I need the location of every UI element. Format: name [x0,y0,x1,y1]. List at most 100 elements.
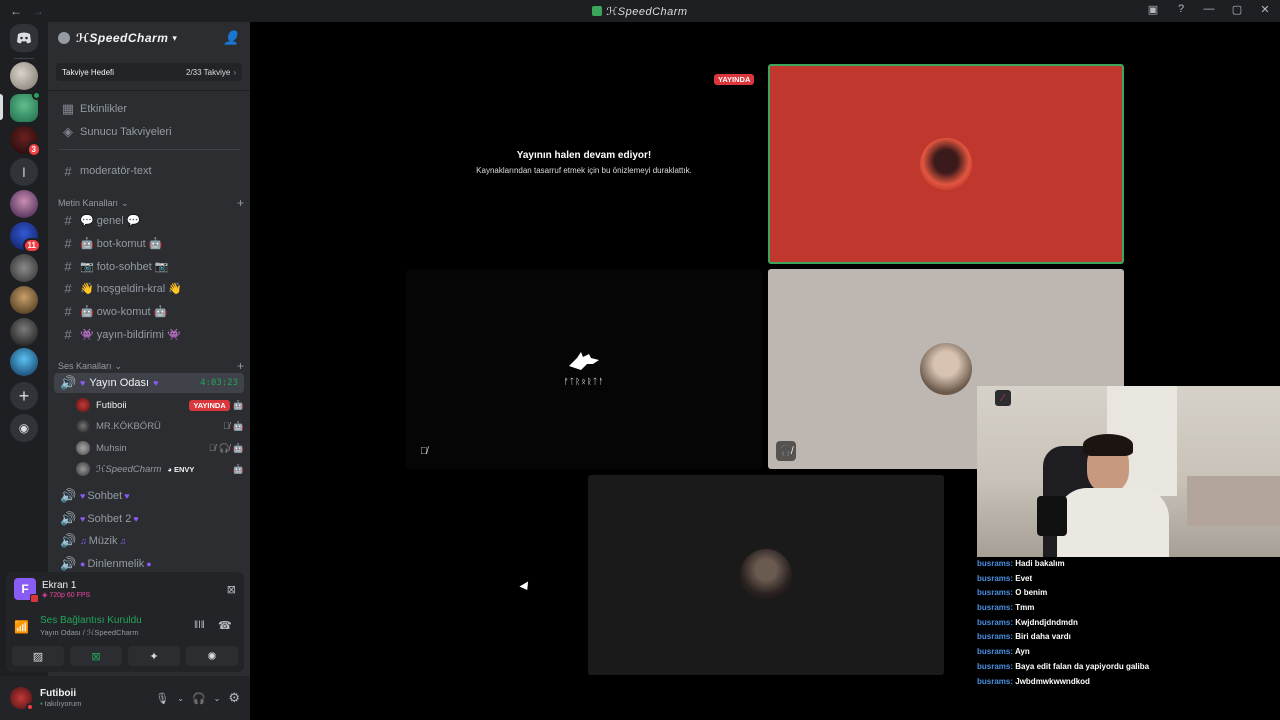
activities-button[interactable]: ✦ [128,646,180,666]
speaker-icon: 🔊 [60,511,77,526]
server-icon-active[interactable] [10,91,41,122]
voice-user-name: Muhsin [96,442,127,454]
server-header[interactable]: ℋSpeedCharm ▾ 👤 [48,22,250,54]
avatar[interactable] [10,687,34,711]
channel-yayin-bildirimi[interactable]: # 👾 yayın-bildirimi 👾 [54,324,244,344]
channel-name: Müzik [88,535,118,547]
voice-channel-yayin-odasi[interactable]: 🔊 ♥ Yayın Odası ♥ 4:03:23 [54,373,244,393]
add-channel-icon[interactable]: + [237,359,244,373]
chevron-down-icon: ▾ [172,32,178,43]
voice-status-detail[interactable]: Yayın Odası / ℋSpeedCharm [40,628,142,637]
server-badge-icon [58,32,70,44]
soundboard-button[interactable]: ✺ [186,646,238,666]
server-icon-3[interactable]: 3 [10,126,41,157]
voice-category-header[interactable]: Ses Kanalları ⌄ + [58,359,244,373]
server-icon-7[interactable] [10,254,38,282]
voice-channel-muzik[interactable]: 🔊 ♫ Müzik ♫ [54,531,244,551]
divider [48,90,250,91]
calendar-icon: ▦ [61,101,75,116]
music-note-icon: ♫ [80,536,87,546]
chat-message: busrams: Hadi bakalım [977,559,1065,568]
voice-channel-dinlenmelik[interactable]: 🔊 ● Dinlenmelik ● [54,554,244,574]
hashtag-icon: # [64,303,72,319]
sidebar-item-boosts[interactable]: ◈ Sunucu Takviyeleri [54,122,244,142]
server-icon-10[interactable] [10,348,38,376]
participant-tile-kokboru[interactable]: ᚠᛏᚱᛟᚱᛏᚨ 🎙̸ [406,269,762,469]
minimize-icon[interactable]: — [1202,3,1216,16]
category-label: Metin Kanalları [58,198,119,208]
participant-tile-speedcharm[interactable] [588,475,944,675]
close-icon[interactable]: ✕ [1258,3,1272,16]
status-dnd-icon [26,703,34,711]
muted-mic-icon: 🎙̸ [420,446,428,457]
voice-user-name: MR.KÖKBÖRÜ [96,420,161,432]
sidebar-item-label: Sunucu Takviyeleri [80,126,172,138]
voice-user-muhsin[interactable]: Muhsin 🎙̸ 🎧̸ 🤖 [76,439,244,457]
channel-name: Yayın Odası [89,377,150,389]
invite-user-icon[interactable]: 👤 [223,30,240,46]
inbox-icon[interactable]: ▣ [1146,3,1160,16]
chevron-right-icon: › [233,67,236,77]
chat-message: busrams: Kwjdndjdndmdn [977,617,1078,627]
purple-circle-icon: ● [146,559,152,569]
channel-foto-sohbet[interactable]: # 📷 foto-sohbet 📷 [54,256,244,276]
stream-tile-futiboii[interactable] [768,64,1124,264]
add-server-icon[interactable]: + [10,382,38,410]
nitro-icon: 🤖 [232,442,244,453]
microphone-icon[interactable]: 🎙 [155,692,169,705]
purple-heart-icon: ♥ [80,491,86,501]
chevron-down-icon: ⌄ [121,197,129,208]
channel-genel[interactable]: # 💬 genel 💬 [54,210,244,230]
server-icon-9[interactable] [10,318,38,346]
hashtag-icon: # [64,235,72,251]
voice-channel-sohbet[interactable]: 🔊 ♥ Sohbet ♥ [54,486,244,506]
server-icon-6[interactable]: 11 [10,222,41,253]
voice-user-speedcharm[interactable]: ℋSpeedCharm ◕ ENVY 🤖 [76,460,244,478]
channel-name: 🤖 owo-komut 🤖 [80,305,168,318]
text-category-header[interactable]: Metin Kanalları ⌄ + [58,196,244,210]
server-icon-5[interactable] [10,190,38,218]
sidebar-item-label: Etkinlikler [80,103,128,115]
active-server-pill [0,94,3,120]
sidebar-item-events[interactable]: ▦ Etkinlikler [54,99,244,119]
server-icon-8[interactable] [10,286,38,314]
noise-suppression-icon[interactable]: ǁǀǁ [194,620,205,631]
server-icon-letter[interactable]: l [10,158,38,186]
channel-bot-komut[interactable]: # 🤖 bot-komut 🤖 [54,233,244,253]
voice-status-title: Ses Bağlantısı Kuruldu [40,615,142,626]
voice-user-futiboii[interactable]: Futiboii YAYINDA 🤖 [76,396,244,414]
maximize-icon[interactable]: ▢ [1230,3,1244,16]
screen-share-button[interactable]: ⊠ [70,646,122,666]
channel-name: 👾 yayın-bildirimi 👾 [80,328,181,341]
voice-channel-sohbet-2[interactable]: 🔊 ♥ Sohbet 2 ♥ [54,509,244,529]
channel-moderator-text[interactable]: # moderatör-text [54,161,244,181]
settings-gear-icon[interactable]: ⚙ [228,690,240,706]
help-icon[interactable]: ? [1174,3,1188,16]
soundboard-icon: ✺ [207,650,217,663]
headphones-icon[interactable]: 🎧 [192,692,206,705]
speaker-icon: 🔊 [60,488,77,503]
user-panel: Futiboii ▪ takılıyorum 🎙 ⌄ 🎧 ⌄ ⚙ [0,676,250,720]
avatar [920,138,972,190]
camera-off-button[interactable]: ▨ [12,646,64,666]
boost-icon: ◈ [63,124,73,139]
disconnect-icon[interactable]: ☎ [218,619,232,632]
paused-title: Yayının halen devam ediyor! [516,150,652,161]
chevron-down-icon[interactable]: ⌄ [214,694,221,703]
music-note-icon: ♫ [119,536,127,546]
camera-off-icon: ▨ [32,650,44,663]
webcam-microphone [1037,496,1067,536]
server-icon-1[interactable] [10,62,38,90]
discord-home-icon[interactable] [10,24,38,52]
purple-heart-icon: ♥ [124,491,130,501]
discover-icon[interactable]: ◉ [10,414,38,442]
channel-hosgeldin[interactable]: # 👋 hoşgeldin-kral 👋 [54,278,244,298]
voice-user-kokboru[interactable]: MR.KÖKBÖRÜ 🎙̸ 🤖 [76,417,244,435]
stop-share-icon[interactable]: ⊠ [227,583,236,596]
chevron-down-icon[interactable]: ⌄ [177,694,184,703]
voice-timer: 4:03:23 [200,378,238,388]
boost-goal-bar[interactable]: Takviye Hedefi 2/33 Takviye › [56,63,242,81]
add-channel-icon[interactable]: + [237,196,244,210]
webcam-logo-icon: ⁄ [995,390,1011,406]
channel-owo-komut[interactable]: # 🤖 owo-komut 🤖 [54,301,244,321]
